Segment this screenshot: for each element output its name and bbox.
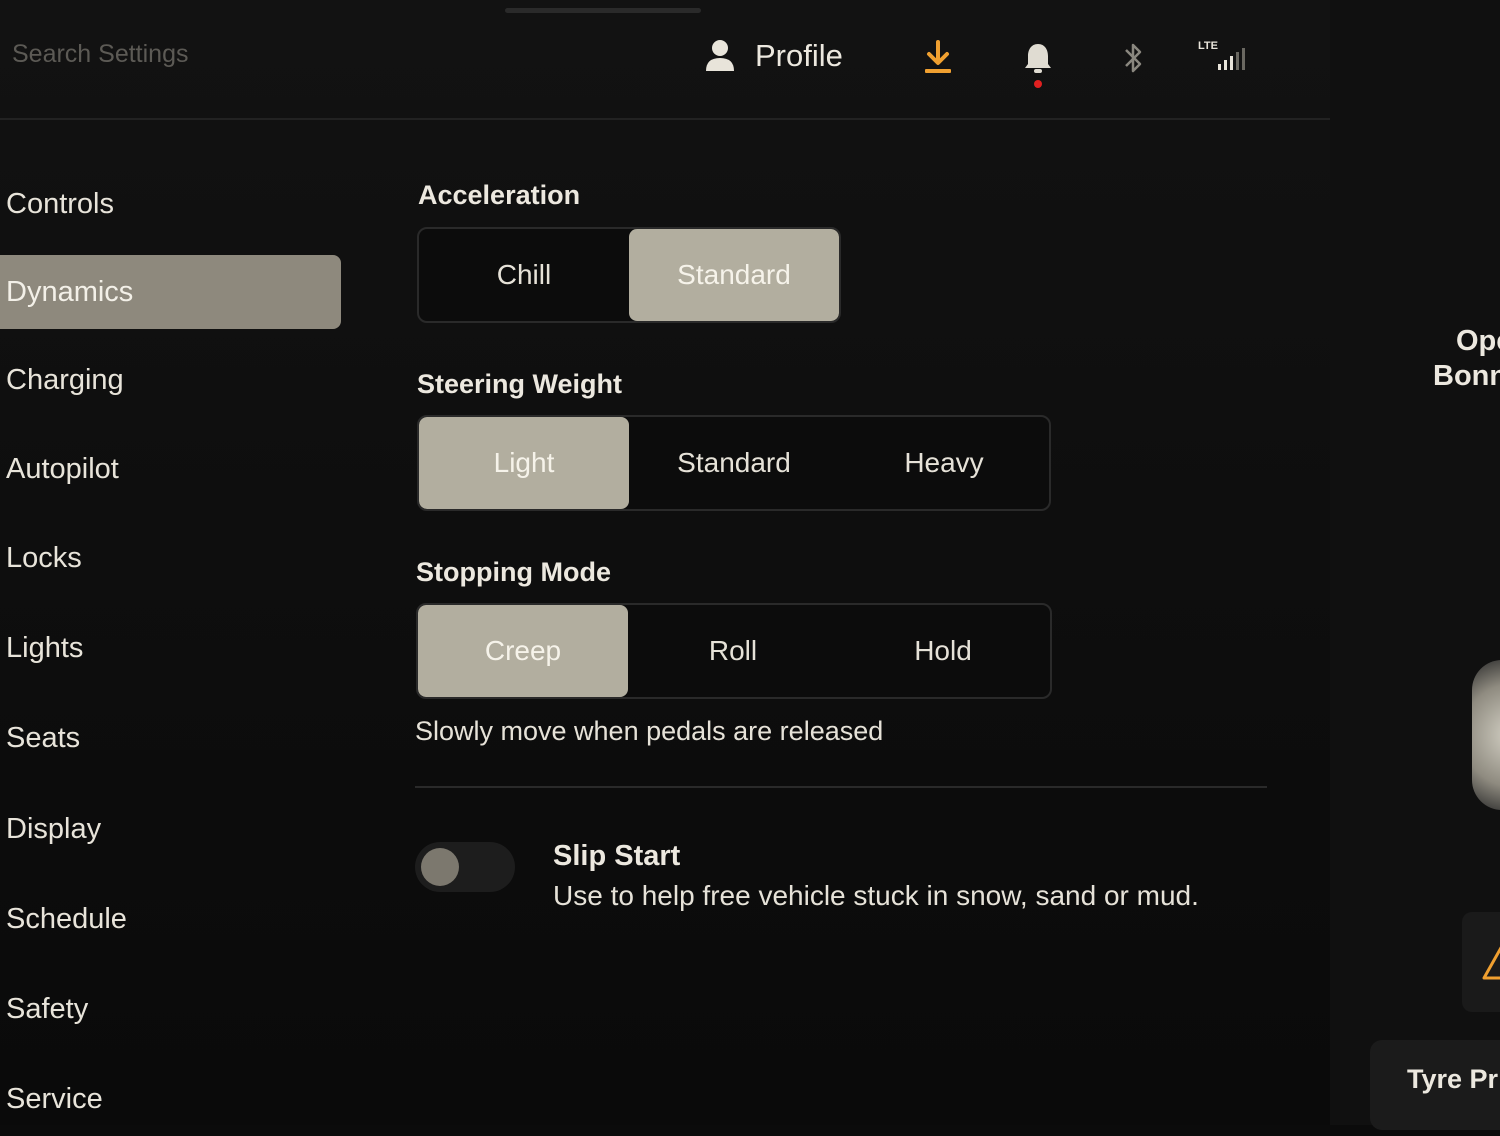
- sidebar-item-label: Autopilot: [6, 452, 119, 485]
- vehicle-image: [1472, 660, 1500, 810]
- stopping-mode-title: Stopping Mode: [416, 557, 611, 587]
- sidebar-item-label: Lights: [6, 631, 84, 664]
- tyre-pressure-label: Tyre Pr: [1407, 1064, 1499, 1094]
- notification-dot: [1034, 80, 1042, 88]
- profile-label: Profile: [755, 38, 843, 73]
- slip-start-description: Use to help free vehicle stuck in snow, …: [553, 880, 1199, 911]
- acceleration-selector: Chill Standard: [417, 227, 841, 323]
- warning-icon: [1482, 946, 1500, 980]
- sidebar-item-locks[interactable]: Locks: [0, 521, 341, 595]
- steering-option-standard[interactable]: Standard: [629, 417, 839, 509]
- profile-button[interactable]: Profile: [705, 38, 843, 74]
- person-icon: [706, 40, 734, 71]
- sidebar-item-label: Dynamics: [6, 275, 134, 308]
- sidebar-item-display[interactable]: Display: [0, 792, 341, 866]
- signal-icon: [1218, 48, 1245, 70]
- sidebar-item-label: Charging: [6, 363, 124, 396]
- sidebar-item-label: Service: [6, 1082, 103, 1115]
- sidebar-item-seats[interactable]: Seats: [0, 701, 341, 775]
- divider: [415, 786, 1267, 788]
- sidebar-item-autopilot[interactable]: Autopilot: [0, 432, 341, 506]
- toggle-knob: [421, 848, 459, 886]
- acceleration-title: Acceleration: [418, 180, 581, 210]
- sidebar-item-label: Display: [6, 812, 102, 845]
- slip-start-title: Slip Start: [553, 840, 681, 872]
- settings-panel: Search Settings Profile LTE Controls Dyn…: [0, 0, 1330, 1125]
- bluetooth-icon[interactable]: [1122, 40, 1146, 76]
- acceleration-option-chill[interactable]: Chill: [419, 229, 629, 321]
- steering-option-heavy[interactable]: Heavy: [839, 417, 1049, 509]
- sidebar-item-label: Safety: [6, 992, 89, 1025]
- download-icon[interactable]: [922, 40, 954, 76]
- stopping-option-roll[interactable]: Roll: [628, 605, 838, 697]
- open-frunk-label[interactable]: Ope: [1456, 325, 1500, 358]
- sidebar-item-label: Schedule: [6, 902, 127, 935]
- sidebar-item-label: Seats: [6, 721, 81, 754]
- stopping-option-hold[interactable]: Hold: [838, 605, 1048, 697]
- stopping-mode-description: Slowly move when pedals are released: [415, 716, 884, 746]
- acceleration-option-standard[interactable]: Standard: [629, 229, 839, 321]
- steering-option-light[interactable]: Light: [419, 417, 629, 509]
- sidebar-item-charging[interactable]: Charging: [0, 343, 341, 417]
- steering-weight-title: Steering Weight: [417, 369, 623, 399]
- warning-button[interactable]: [1462, 912, 1500, 1012]
- slip-start-toggle[interactable]: [415, 842, 515, 892]
- sidebar-item-schedule[interactable]: Schedule: [0, 882, 341, 956]
- sidebar-item-lights[interactable]: Lights: [0, 611, 341, 685]
- sidebar-item-label: Controls: [6, 187, 114, 220]
- sidebar-item-controls[interactable]: Controls: [0, 167, 341, 241]
- stopping-option-creep[interactable]: Creep: [418, 605, 628, 697]
- sidebar-item-safety[interactable]: Safety: [0, 972, 341, 1046]
- steering-weight-selector: Light Standard Heavy: [417, 415, 1051, 511]
- sidebar-item-label: Locks: [6, 541, 82, 574]
- top-bar: Search Settings Profile LTE: [0, 0, 1330, 120]
- bonnet-label: Bonn: [1433, 360, 1500, 392]
- search-input[interactable]: Search Settings: [12, 40, 189, 69]
- bell-icon[interactable]: [1023, 42, 1053, 90]
- stopping-mode-selector: Creep Roll Hold: [416, 603, 1052, 699]
- tyre-pressure-card[interactable]: Tyre Pr: [1370, 1040, 1500, 1130]
- lte-signal: LTE: [1198, 40, 1245, 70]
- sidebar-item-dynamics[interactable]: Dynamics: [0, 255, 341, 329]
